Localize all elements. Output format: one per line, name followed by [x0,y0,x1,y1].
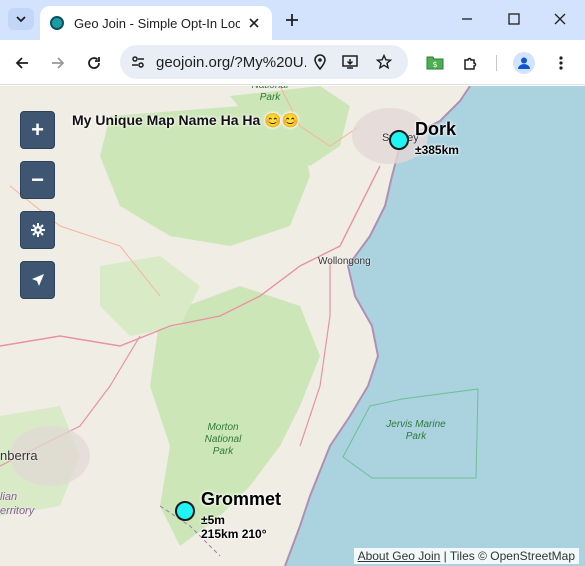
zoom-out-button[interactable]: − [20,161,55,199]
minimize-icon [462,18,472,20]
address-bar[interactable]: geojoin.org/?My%20U... [120,45,408,79]
chevron-down-icon [16,16,26,23]
minimize-button[interactable] [455,8,479,30]
extension-dollar-icon: $ [426,56,444,70]
tiles-credit: Tiles © OpenStreetMap [449,549,575,563]
locate-button[interactable] [20,261,55,299]
about-link[interactable]: About Geo Join [358,549,441,563]
menu-button[interactable] [550,52,572,74]
bookmark-star-icon[interactable] [375,53,393,71]
close-icon[interactable] [246,15,262,31]
map-title: My Unique Map Name Ha Ha 😊😊 [72,112,300,128]
place-label-territory: erritory [0,505,35,517]
tab-title: Geo Join - Simple Opt-In Location [74,15,240,31]
marker-dork[interactable] [389,130,409,150]
map-attribution: About Geo Join | Tiles © OpenStreetMap [353,548,579,564]
tab-strip: Geo Join - Simple Opt-In Location [0,0,585,40]
settings-button[interactable] [20,211,55,249]
location-pin-icon[interactable] [311,53,329,71]
reload-button[interactable] [83,52,105,74]
site-settings-icon[interactable] [130,54,146,70]
maximize-icon [508,13,520,25]
url-text[interactable]: geojoin.org/?My%20U... [156,54,306,71]
place-label-australian: lian [0,491,18,503]
marker-grommet-distance: 215km 210° [201,527,267,541]
close-window-button[interactable] [548,8,572,30]
favicon-icon [50,16,64,30]
tab-search-button[interactable] [8,8,34,30]
profile-button[interactable] [513,52,535,74]
browser-toolbar: geojoin.org/?My%20U... $ [0,40,585,85]
install-app-icon[interactable] [342,53,360,71]
map-tiles [0,86,585,566]
avatar-icon [518,57,530,69]
active-tab[interactable]: Geo Join - Simple Opt-In Location [40,6,272,40]
reload-icon [88,57,100,69]
close-window-icon [554,13,566,25]
svg-text:$: $ [432,60,437,69]
extensions-button[interactable] [460,52,482,74]
extension-button[interactable]: $ [424,52,446,74]
marker-grommet-accuracy: ±5m [201,513,225,527]
arrow-right-icon [52,57,65,69]
park-label-top: National Park [252,86,289,103]
marker-dork-accuracy: ±385km [415,143,459,157]
marker-grommet-name: Grommet [201,489,282,509]
arrow-left-icon [15,57,28,69]
toolbar-divider [496,55,497,71]
forward-button[interactable] [47,52,69,74]
back-button[interactable] [11,52,33,74]
marker-grommet[interactable] [175,501,195,521]
location-arrow-icon [31,274,44,286]
map-canvas[interactable]: Sydney Wollongong nberra lian erritory N… [0,86,585,566]
place-label-canberra: nberra [0,448,38,463]
gear-icon [30,223,45,237]
place-label-wollongong: Wollongong [318,256,371,267]
puzzle-icon [464,57,477,70]
zoom-in-button[interactable]: + [20,111,55,149]
attribution-separator: | [440,549,450,563]
park-label-jervis: Jervis Marine Park [386,419,446,442]
maximize-button[interactable] [502,8,526,30]
park-label-morton: Morton National Park [204,422,242,457]
marker-dork-name: Dork [415,119,457,139]
new-tab-icon[interactable] [282,10,302,30]
kebab-menu-icon [559,56,563,70]
